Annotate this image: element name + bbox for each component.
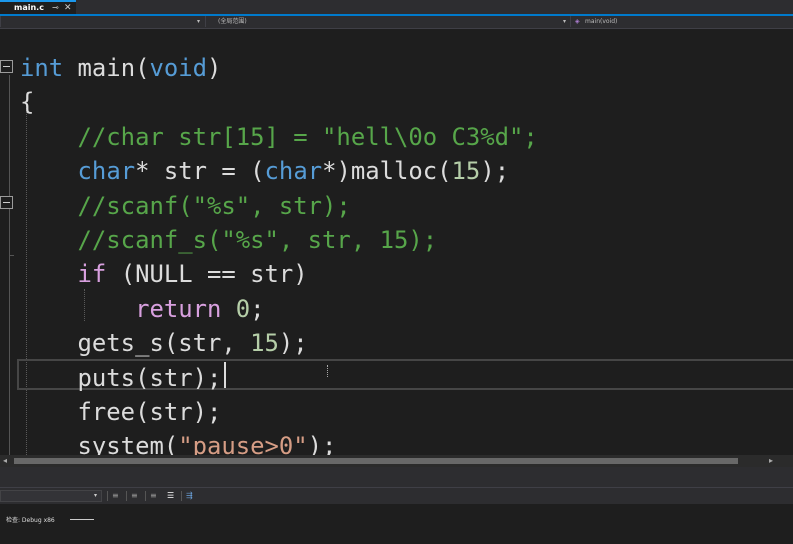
toggle-wrap-icon[interactable]: ⇶ bbox=[186, 491, 193, 501]
mouse-ibeam-cursor bbox=[327, 365, 329, 377]
code-token: ); bbox=[278, 329, 308, 358]
outline-gutter-line bbox=[9, 75, 10, 455]
function-dropdown[interactable]: ◈ main(void) bbox=[570, 16, 793, 27]
scroll-left-icon[interactable]: ◂ bbox=[3, 455, 7, 467]
code-token: 0 bbox=[235, 294, 251, 323]
code-token: ); bbox=[480, 157, 510, 186]
align-left-icon[interactable]: ≡ bbox=[112, 491, 119, 501]
code-line[interactable]: //char str[15] = "hell\0o C3%d"; bbox=[20, 120, 538, 154]
code-token: //char str[15] = "hell\0o C3%d"; bbox=[20, 122, 538, 151]
project-dropdown[interactable]: ▾ bbox=[0, 16, 204, 27]
word-wrap-icon[interactable]: ≡ bbox=[150, 491, 157, 501]
text-caret bbox=[224, 362, 226, 388]
code-token: *)malloc( bbox=[322, 157, 452, 186]
code-token: gets_s(str, bbox=[20, 329, 251, 358]
code-token: 15 bbox=[451, 157, 481, 186]
code-line[interactable]: free(str); bbox=[20, 395, 538, 429]
code-token: int bbox=[20, 54, 64, 82]
scroll-right-icon[interactable]: ▸ bbox=[769, 455, 773, 467]
code-token: "pause>0" bbox=[178, 432, 308, 455]
collapse-icon[interactable] bbox=[0, 196, 13, 209]
code-line[interactable]: return 0; bbox=[20, 292, 538, 326]
panel-separator bbox=[0, 467, 793, 487]
output-pane: 检查: Debug x86 bbox=[0, 504, 793, 544]
code-token: { bbox=[20, 88, 35, 117]
code-line[interactable]: if (NULL == str) bbox=[20, 257, 538, 291]
code-line[interactable]: //scanf("%s", str); bbox=[20, 189, 538, 223]
toolbar-separator bbox=[107, 491, 108, 501]
output-toolbar: ▾ ≡ ≡ ≡ ☰ ⇶ bbox=[0, 487, 793, 505]
code-token: * str = ( bbox=[135, 157, 265, 186]
code-token: char bbox=[264, 157, 323, 186]
code-token: void bbox=[149, 54, 208, 82]
code-token: free(str); bbox=[20, 397, 222, 426]
chevron-down-icon: ▾ bbox=[94, 492, 98, 499]
code-token: main( bbox=[63, 54, 150, 82]
function-dropdown-value: main(void) bbox=[585, 18, 618, 25]
scope-dropdown[interactable]: (全局范围) ▾ bbox=[205, 16, 569, 27]
pin-icon[interactable]: ⊸ bbox=[52, 2, 59, 14]
output-divider-line bbox=[70, 519, 94, 520]
source-code[interactable]: int main(void) { //char str[15] = "hell\0… bbox=[20, 51, 538, 455]
output-source-dropdown[interactable]: ▾ bbox=[0, 490, 102, 502]
collapse-icon[interactable] bbox=[0, 60, 13, 73]
code-line[interactable]: system("pause>0"); bbox=[20, 429, 538, 455]
code-line[interactable]: { bbox=[20, 85, 538, 119]
code-line[interactable]: char* str = (char*)malloc(15); bbox=[20, 154, 538, 188]
align-center-icon[interactable]: ≡ bbox=[131, 491, 138, 501]
chevron-down-icon: ▾ bbox=[197, 18, 201, 25]
code-line[interactable]: gets_s(str, 15); bbox=[20, 326, 538, 360]
code-token: //scanf("%s", str); bbox=[20, 191, 351, 220]
code-token: ; bbox=[250, 294, 265, 323]
code-token: if bbox=[77, 260, 107, 289]
toolbar-separator bbox=[181, 491, 182, 501]
tab-label: main.c bbox=[14, 3, 44, 12]
code-token: ); bbox=[307, 432, 337, 455]
code-token: system( bbox=[20, 432, 179, 455]
code-token: ) bbox=[207, 54, 222, 82]
code-token: return bbox=[135, 294, 222, 323]
fold-end-marker bbox=[9, 255, 14, 256]
scrollbar-thumb[interactable] bbox=[14, 458, 738, 464]
chevron-down-icon: ▾ bbox=[563, 18, 567, 25]
toolbar-separator bbox=[145, 491, 146, 501]
code-editor[interactable]: int main(void) { //char str[15] = "hell\0… bbox=[0, 29, 793, 455]
navigation-bar: ▾ (全局范围) ▾ ◈ main(void) bbox=[0, 16, 793, 29]
scope-dropdown-value: (全局范围) bbox=[218, 18, 247, 25]
code-token: puts(str); bbox=[20, 363, 222, 392]
code-line[interactable]: puts(str); bbox=[20, 361, 538, 395]
document-tab-strip: main.c ⊸ ✕ bbox=[0, 0, 793, 14]
horizontal-scrollbar[interactable]: ◂ ▸ bbox=[0, 455, 793, 467]
code-token: //scanf_s("%s", str, 15); bbox=[20, 225, 438, 254]
toolbar-separator bbox=[126, 491, 127, 501]
clear-all-icon[interactable]: ☰ bbox=[167, 491, 174, 501]
tab-main-c[interactable]: main.c ⊸ ✕ bbox=[0, 0, 76, 14]
code-line[interactable]: int main(void) bbox=[20, 51, 538, 85]
code-line[interactable]: //scanf_s("%s", str, 15); bbox=[20, 223, 538, 257]
output-status-text: 检查: Debug x86 bbox=[6, 517, 55, 524]
close-icon[interactable]: ✕ bbox=[64, 2, 72, 14]
code-token: (NULL == str) bbox=[106, 260, 308, 289]
code-token: char bbox=[77, 157, 136, 186]
code-token: 15 bbox=[250, 329, 279, 358]
purple-cube-icon: ◈ bbox=[575, 18, 580, 25]
